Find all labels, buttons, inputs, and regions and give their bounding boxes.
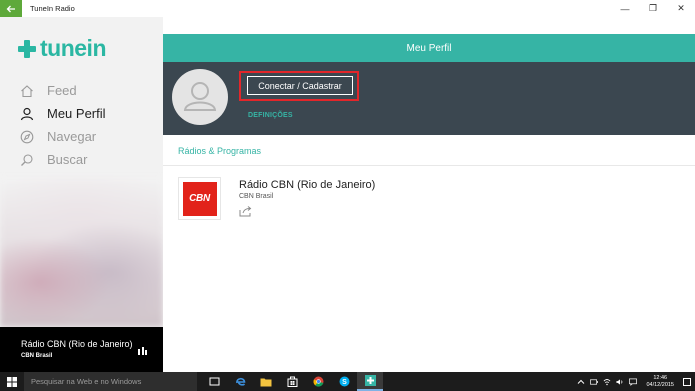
share-icon[interactable]: [239, 205, 253, 217]
page-title: Meu Perfil: [406, 42, 452, 54]
tunein-logo[interactable]: tunein: [18, 35, 107, 62]
home-icon: [20, 84, 34, 98]
close-button[interactable]: ✕: [667, 0, 695, 17]
tunein-plus-icon: [18, 39, 36, 58]
store-icon[interactable]: [279, 372, 305, 391]
notifications-icon[interactable]: [683, 377, 691, 386]
start-button[interactable]: [0, 372, 24, 391]
page-header: Meu Perfil: [163, 34, 695, 62]
window-title: TuneIn Radio: [30, 4, 75, 13]
title-bar: TuneIn Radio — ❐ ✕: [0, 0, 695, 17]
clock-date: 04/12/2015: [646, 381, 674, 388]
search-icon: [20, 153, 34, 167]
svg-text:S: S: [342, 379, 347, 386]
blurred-background-art: [0, 177, 163, 327]
list-item[interactable]: CBN Rádio CBN (Rio de Janeiro) CBN Brasi…: [178, 177, 678, 227]
edge-icon[interactable]: [227, 372, 253, 391]
section-title: Rádios & Programas: [178, 146, 262, 156]
sidebar-item-meu-perfil[interactable]: Meu Perfil: [0, 102, 163, 125]
taskbar-search-input[interactable]: Pesquisar na Web e no Windows: [24, 372, 197, 391]
back-button[interactable]: [0, 0, 22, 17]
tunein-app-icon[interactable]: [357, 372, 383, 391]
back-arrow-icon: [6, 5, 15, 12]
sidebar-item-label: Feed: [47, 83, 77, 98]
sidebar-nav: Feed Meu Perfil Navegar Buscar: [0, 79, 163, 171]
skype-icon[interactable]: S: [331, 372, 357, 391]
station-name: Rádio CBN (Rio de Janeiro): [239, 179, 376, 191]
wifi-icon[interactable]: [603, 378, 611, 386]
sidebar-item-navegar[interactable]: Navegar: [0, 125, 163, 148]
cbn-logo-text: CBN: [182, 181, 217, 216]
maximize-button[interactable]: ❐: [639, 0, 667, 17]
file-explorer-icon[interactable]: [253, 372, 279, 391]
avatar-placeholder-icon: [183, 82, 217, 111]
task-view-icon[interactable]: [201, 372, 227, 391]
sidebar-item-feed[interactable]: Feed: [0, 79, 163, 102]
taskbar-clock[interactable]: 12:46 04/12/2015: [646, 375, 674, 389]
taskbar: Pesquisar na Web e no Windows S 12:46 04…: [0, 372, 695, 391]
sidebar-item-label: Navegar: [47, 129, 97, 144]
equalizer-icon: [138, 347, 147, 355]
volume-icon[interactable]: [616, 378, 624, 386]
compass-icon: [20, 130, 34, 144]
battery-icon[interactable]: [590, 378, 599, 386]
clock-time: 12:46: [653, 374, 668, 381]
windows-logo-icon: [7, 376, 17, 387]
now-playing-bar[interactable]: Rádio CBN (Rio de Janeiro) CBN Brasil: [0, 327, 163, 372]
system-tray: 12:46 04/12/2015: [577, 372, 691, 391]
message-icon[interactable]: [629, 378, 638, 386]
station-subtitle: CBN Brasil: [239, 193, 274, 200]
profile-band: Conectar / Cadastrar DEFINIÇÕES: [163, 62, 695, 135]
chrome-icon[interactable]: [305, 372, 331, 391]
station-logo: CBN: [178, 177, 221, 220]
main-panel: Meu Perfil Conectar / Cadastrar DEFINIÇÕ…: [163, 17, 695, 372]
sidebar-item-label: Meu Perfil: [47, 106, 106, 121]
settings-link[interactable]: DEFINIÇÕES: [248, 112, 293, 119]
connect-signup-button[interactable]: Conectar / Cadastrar: [247, 76, 353, 95]
sidebar-item-label: Buscar: [47, 152, 88, 167]
chevron-up-icon[interactable]: [577, 378, 585, 386]
sidebar-item-buscar[interactable]: Buscar: [0, 148, 163, 171]
sidebar: tunein Feed Meu Perfil Navegar Buscar: [0, 17, 163, 327]
minimize-button[interactable]: —: [611, 0, 639, 17]
divider: [163, 165, 695, 166]
user-icon: [20, 107, 34, 121]
logo-text: tunein: [40, 35, 107, 61]
avatar[interactable]: [172, 69, 228, 125]
